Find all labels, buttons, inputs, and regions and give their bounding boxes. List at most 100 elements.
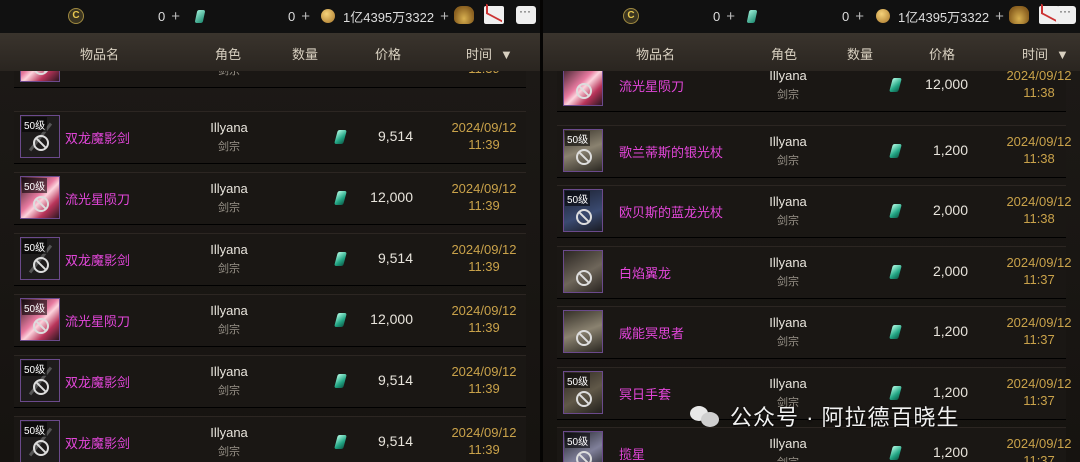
gem-icon: [889, 144, 902, 158]
coin-add-button[interactable]: +: [171, 8, 180, 25]
untradable-icon: [576, 330, 592, 346]
listing-row[interactable]: 50级 双龙魔影剑 Illyana 剑宗 9,514 2024/09/12 11:39: [14, 355, 526, 408]
col-price[interactable]: 价格: [375, 44, 401, 63]
item-thumbnail: 50级: [20, 420, 60, 462]
listing-row[interactable]: 50级 歌兰蒂斯的银光杖 Illyana 剑宗 1,200 2024/09/12 11:38: [557, 125, 1072, 178]
listing-time: 11:37: [1023, 453, 1055, 462]
item-thumbnail: 50级: [20, 359, 60, 402]
col-time[interactable]: 时间 ▼: [1022, 44, 1069, 63]
level-badge: 50级: [565, 373, 591, 388]
price: 12,000: [370, 189, 413, 205]
level-badge: 50级: [565, 191, 591, 206]
item-name: 白焰翼龙: [619, 266, 672, 281]
item-thumbnail: [563, 250, 603, 293]
seller-name: Illyana: [769, 376, 807, 391]
gem-icon: [889, 78, 902, 92]
price: 9,514: [377, 128, 413, 144]
col-price[interactable]: 价格: [929, 44, 955, 63]
listing-row[interactable]: 50级 双龙魔影剑 Illyana 剑宗 9,514 2024/09/12 11:39: [14, 233, 526, 286]
listing-row[interactable]: 白焰翼龙 Illyana 剑宗 2,000 2024/09/12 11:37: [557, 246, 1072, 299]
untradable-icon: [33, 196, 49, 212]
item-name: 欧贝斯的蓝龙光杖: [619, 205, 724, 220]
wechat-icon: [690, 404, 720, 428]
seller-class: 剑宗: [218, 71, 240, 77]
gem-icon: [889, 204, 902, 218]
level-badge: 50级: [565, 131, 591, 146]
col-time-label: 时间: [466, 47, 493, 62]
seller-class: 剑宗: [777, 89, 799, 101]
col-role[interactable]: 角色: [771, 44, 797, 63]
item-name: 揽星: [619, 447, 646, 462]
untradable-icon: [33, 318, 49, 334]
untradable-icon: [576, 270, 592, 286]
col-quantity[interactable]: 数量: [292, 44, 318, 63]
item-thumbnail: 50级: [20, 237, 60, 280]
gem-amount: 0: [842, 8, 850, 24]
listing-row[interactable]: 50级 流光星陨刀 Illyana 剑宗 12,000 2024/09/12 11:39: [14, 172, 526, 225]
listing-row[interactable]: 50级 双龙魔影剑 Illyana 剑宗 9,514 2024/09/12 11:39: [14, 416, 526, 462]
listing-date: 2024/09/12: [451, 425, 517, 440]
level-badge: 50级: [22, 239, 48, 254]
gem-icon: [334, 313, 347, 327]
mail-icon[interactable]: [484, 6, 504, 24]
listing-row[interactable]: 威能冥思者 Illyana 剑宗 1,200 2024/09/12 11:37: [557, 306, 1072, 359]
seller-class: 剑宗: [218, 446, 240, 458]
gem-icon: [334, 435, 347, 449]
gem-icon: [889, 446, 902, 460]
listing-time: 11:39: [468, 137, 500, 152]
list-header: 物品名 角色 数量 价格 时间 ▼: [0, 33, 540, 71]
gem-add-button[interactable]: +: [301, 8, 310, 25]
gem-icon: [194, 9, 206, 23]
item-thumbnail: [20, 71, 60, 82]
col-quantity[interactable]: 数量: [847, 44, 873, 63]
currency-bar: C 0 + 0 + 1亿4395万3322 +: [543, 0, 1080, 33]
untradable-icon: [33, 257, 49, 273]
listing-time: 11:39: [468, 442, 500, 457]
listing-row[interactable]: 50级揽星 Illyana 剑宗 1,200 2024/09/12 11:37: [557, 427, 1072, 462]
listing-time: 11:39: [468, 198, 500, 213]
coin-add-button[interactable]: +: [726, 8, 735, 25]
gem-icon: [334, 252, 347, 266]
listing-time: 11:39: [468, 381, 500, 396]
listing-date: 2024/09/12: [451, 242, 517, 257]
listing-row[interactable]: 50级 流光星陨刀 Illyana 剑宗 12,000 2024/09/12 11:39: [14, 294, 526, 347]
col-time[interactable]: 时间 ▼: [466, 44, 513, 63]
gem-icon: [889, 325, 902, 339]
coin-amount: 0: [158, 8, 166, 24]
seller-class: 剑宗: [218, 202, 240, 214]
auction-panel-right: C 0 + 0 + 1亿4395万3322 + 物品名 角色 数量 价格 时间 ▼…: [543, 0, 1080, 462]
listing-date: 2024/09/12: [1006, 194, 1072, 209]
listing-row[interactable]: 剑宗12,00011:39: [14, 71, 526, 88]
listing-row[interactable]: 50级 欧贝斯的蓝龙光杖 Illyana 剑宗 2,000 2024/09/12 11:38: [557, 185, 1072, 238]
untradable-icon: [576, 391, 592, 407]
level-badge: 50级: [22, 361, 48, 376]
listing-row[interactable]: 流光星陨刀 Illyana 剑宗 12,000 2024/09/12 11:38: [557, 71, 1072, 112]
gem-add-button[interactable]: +: [855, 8, 864, 25]
item-thumbnail: 50级: [563, 431, 603, 462]
col-item-name[interactable]: 物品名: [636, 44, 675, 63]
chat-icon[interactable]: [1056, 4, 1076, 24]
level-badge: 50级: [565, 433, 591, 448]
item-name: 流光星陨刀: [65, 192, 131, 207]
seller-name: Illyana: [210, 120, 248, 135]
chat-icon[interactable]: [516, 4, 536, 24]
level-badge: 50级: [22, 422, 48, 437]
col-role[interactable]: 角色: [215, 44, 241, 63]
bag-icon[interactable]: [1009, 6, 1029, 24]
seller-name: Illyana: [210, 364, 248, 379]
listing-time: 11:37: [1023, 332, 1055, 347]
gold-add-button[interactable]: +: [995, 8, 1004, 25]
coin-amount: 0: [713, 8, 721, 24]
listing-date: 2024/09/12: [1006, 436, 1072, 451]
seller-name: Illyana: [769, 315, 807, 330]
seller-name: Illyana: [769, 194, 807, 209]
col-item-name[interactable]: 物品名: [80, 44, 119, 63]
listing-list: 剑宗12,00011:3950级双龙魔影剑Illyana剑宗9,5142024/…: [0, 71, 540, 462]
item-thumbnail: 50级: [20, 115, 60, 158]
coin-icon: C: [68, 8, 84, 24]
item-thumbnail: 50级: [563, 371, 603, 414]
seller-name: Illyana: [210, 425, 248, 440]
listing-row[interactable]: 50级 双龙魔影剑 Illyana 剑宗 9,514 2024/09/12 11:39: [14, 111, 526, 164]
bag-icon[interactable]: [454, 6, 474, 24]
gold-add-button[interactable]: +: [440, 8, 449, 25]
